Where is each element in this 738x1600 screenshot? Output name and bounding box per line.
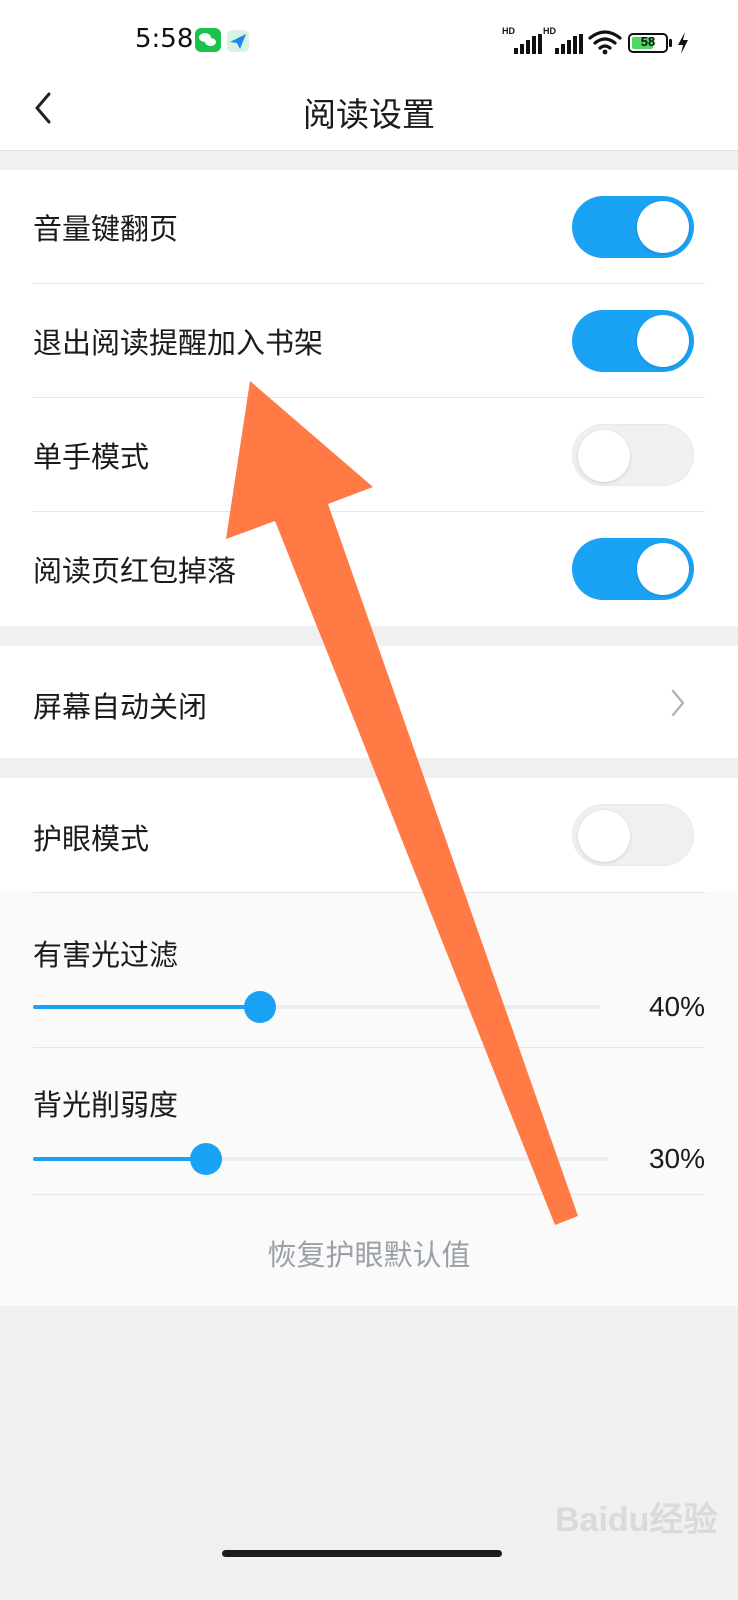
setting-label: 护眼模式 — [33, 822, 150, 856]
slider-thumb[interactable] — [244, 991, 276, 1023]
toggle-knob — [578, 430, 630, 482]
toggle-knob — [637, 201, 689, 253]
backlight-reduction-slider[interactable] — [33, 1139, 609, 1179]
divider — [33, 1194, 705, 1195]
setting-row-one-hand-mode: 单手模式 — [0, 398, 738, 512]
toggle-knob — [578, 810, 630, 862]
send-icon — [227, 30, 249, 52]
screen-auto-off-row[interactable]: 屏幕自动关闭 — [0, 646, 738, 758]
divider — [33, 892, 705, 893]
eye-protection-card: 护眼模式 有害光过滤 40% 背光削弱度 30% 恢复护眼默认值 — [0, 778, 738, 1306]
signal-icon: HD — [502, 26, 544, 54]
setting-label: 退出阅读提醒加入书架 — [33, 326, 324, 360]
slider-fill — [33, 1157, 206, 1161]
slider-thumb[interactable] — [190, 1143, 222, 1175]
divider — [33, 1047, 705, 1048]
setting-row-exit-bookshelf-reminder: 退出阅读提醒加入书架 — [0, 284, 738, 398]
setting-label: 阅读页红包掉落 — [33, 554, 237, 588]
battery-level: 58 — [640, 34, 656, 49]
eye-protection-options: 有害光过滤 40% 背光削弱度 30% 恢复护眼默认值 — [0, 892, 738, 1306]
wechat-icon — [195, 28, 221, 52]
toggle-knob — [637, 315, 689, 367]
slider-value: 30% — [648, 1143, 705, 1174]
wifi-icon — [588, 30, 622, 55]
red-packet-drop-toggle[interactable] — [572, 538, 694, 600]
status-time: 5:58 — [135, 24, 194, 54]
volume-key-page-turn-toggle[interactable] — [572, 196, 694, 258]
reading-settings-card: 音量键翻页 退出阅读提醒加入书架 单手模式 阅读页红包掉落 — [0, 170, 738, 626]
restore-eye-defaults-button[interactable]: 恢复护眼默认值 — [0, 1232, 738, 1274]
harmful-light-filter-slider[interactable] — [33, 987, 601, 1027]
setting-row-red-packet-drop: 阅读页红包掉落 — [0, 512, 738, 626]
battery-icon: 58 — [628, 33, 668, 53]
status-bar: 5:58 HD HD 58 — [0, 0, 738, 82]
slider-label: 背光削弱度 — [33, 1088, 179, 1122]
setting-label: 音量键翻页 — [33, 212, 179, 246]
setting-row-eye-protection-mode: 护眼模式 — [0, 778, 738, 892]
watermark-text: Baidu经验 — [555, 1501, 718, 1539]
signal-icon: HD — [543, 26, 585, 54]
slider-fill — [33, 1005, 260, 1009]
exit-bookshelf-reminder-toggle[interactable] — [572, 310, 694, 372]
page-title: 阅读设置 — [303, 95, 435, 134]
navigation-bar: 阅读设置 — [0, 82, 738, 151]
eye-protection-mode-toggle[interactable] — [572, 804, 694, 866]
toggle-knob — [637, 543, 689, 595]
setting-label: 单手模式 — [33, 440, 150, 474]
setting-label: 屏幕自动关闭 — [33, 690, 208, 724]
watermark-logo: Baidu经验 — [555, 1490, 717, 1540]
one-hand-mode-toggle[interactable] — [572, 424, 694, 486]
setting-row-volume-key-page-turn: 音量键翻页 — [0, 170, 738, 284]
home-indicator[interactable] — [222, 1550, 502, 1557]
slider-value: 40% — [648, 991, 705, 1022]
charging-icon — [678, 32, 688, 54]
slider-label: 有害光过滤 — [33, 938, 179, 972]
chevron-right-icon — [671, 689, 685, 717]
battery-cap — [669, 39, 672, 47]
